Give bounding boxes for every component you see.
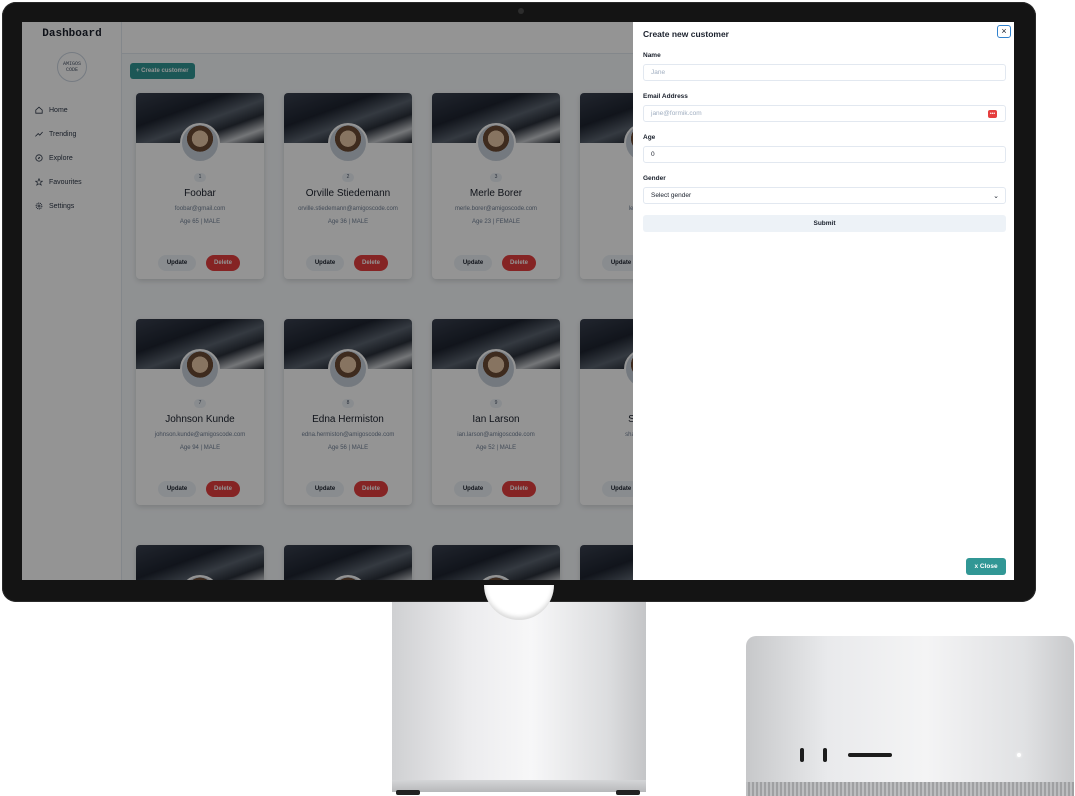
gender-label: Gender xyxy=(643,175,666,182)
name-label: Name xyxy=(643,52,661,59)
stage: Dashboard AMIGOS CODE Home Trending Expl… xyxy=(0,0,1075,796)
screen: Dashboard AMIGOS CODE Home Trending Expl… xyxy=(22,22,1014,580)
power-led xyxy=(1017,753,1021,757)
sd-card-slot xyxy=(848,753,892,757)
close-icon[interactable]: × xyxy=(997,25,1011,38)
age-input[interactable]: 0 xyxy=(643,146,1006,163)
monitor-stand xyxy=(392,602,646,784)
chevron-down-icon: ⌄ xyxy=(993,193,999,200)
monitor-stand-base xyxy=(392,780,646,792)
camera-icon xyxy=(518,8,524,14)
stand-foot xyxy=(616,790,640,795)
mac-studio-vent xyxy=(746,782,1074,796)
dashboard-app: Dashboard AMIGOS CODE Home Trending Expl… xyxy=(22,22,1014,580)
drawer-title: Create new customer xyxy=(643,29,729,39)
usb-c-port xyxy=(823,748,827,762)
stand-foot xyxy=(396,790,420,795)
submit-button[interactable]: Submit xyxy=(643,215,1006,232)
password-manager-icon[interactable]: ••• xyxy=(988,110,997,118)
gender-select[interactable]: Select gender ⌄ xyxy=(643,187,1006,204)
gender-selected-value: Select gender xyxy=(651,192,692,199)
close-button[interactable]: x Close xyxy=(966,558,1006,575)
email-input[interactable]: jane@formik.com ••• xyxy=(643,105,1006,122)
usb-c-port xyxy=(800,748,804,762)
email-placeholder: jane@formik.com xyxy=(651,110,702,117)
age-label: Age xyxy=(643,134,656,141)
name-input[interactable]: Jane xyxy=(643,64,1006,81)
email-label: Email Address xyxy=(643,93,688,100)
create-customer-drawer: Create new customer × Name Jane Email Ad… xyxy=(633,22,1014,580)
mac-studio xyxy=(746,636,1074,796)
